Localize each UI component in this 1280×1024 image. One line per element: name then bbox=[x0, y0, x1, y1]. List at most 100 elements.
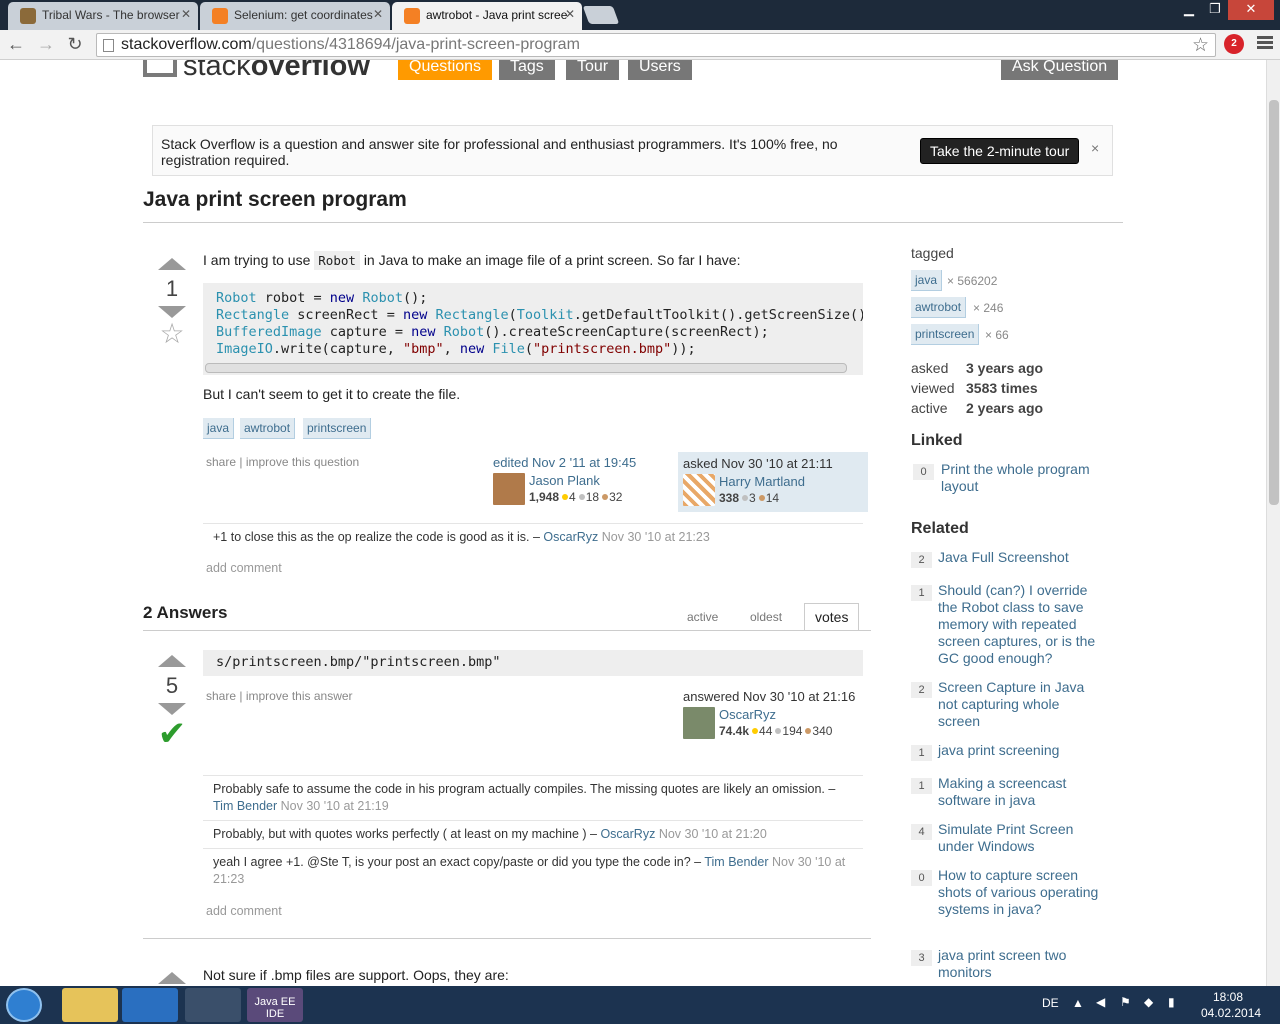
close-window-icon[interactable]: ✕ bbox=[1228, 0, 1274, 20]
editor-reputation: 1,948 4 18 32 bbox=[529, 490, 623, 504]
vote-up-icon[interactable] bbox=[158, 655, 186, 667]
take-tour-button[interactable]: Take the 2-minute tour bbox=[920, 138, 1080, 164]
forward-arrow-icon[interactable]: → bbox=[34, 33, 58, 57]
show-hidden-icons-icon[interactable]: ▲ bbox=[1072, 996, 1084, 1010]
network-icon[interactable]: ▮ bbox=[1168, 995, 1175, 1009]
address-bar[interactable]: stackoverflow.com/questions/4318694/java… bbox=[96, 33, 1216, 57]
question-vote-cell: 1 ☆ bbox=[152, 258, 192, 348]
comment-user[interactable]: Tim Bender bbox=[704, 855, 768, 869]
related-vote-count: 2 bbox=[911, 552, 932, 568]
chrome-taskbar-icon[interactable] bbox=[185, 988, 241, 1022]
close-tab-icon[interactable]: ✕ bbox=[181, 7, 191, 21]
linked-question-link[interactable]: Print the whole program layout bbox=[941, 461, 1106, 495]
code-horizontal-scrollbar[interactable] bbox=[205, 363, 847, 373]
vote-up-icon[interactable] bbox=[158, 258, 186, 270]
sort-tab-oldest[interactable]: oldest bbox=[740, 603, 792, 631]
stackoverflow-logo[interactable]: stackoverflow bbox=[143, 60, 370, 82]
asker-reputation: 338 3 14 bbox=[719, 491, 780, 505]
related-question-link[interactable]: java print screen two monitors bbox=[938, 947, 1103, 981]
add-comment-link[interactable]: add comment bbox=[206, 561, 282, 575]
sidebar-tag-java[interactable]: java bbox=[911, 270, 943, 291]
browser-tab-tribal-wars[interactable]: Tribal Wars - The browser ✕ bbox=[8, 2, 198, 30]
title-divider bbox=[143, 222, 1123, 223]
reload-icon[interactable]: ↻ bbox=[63, 33, 87, 57]
windows-taskbar: Java EE IDE DE ▲ ◀ ⚑ ◆ ▮ 18:08 04.02.201… bbox=[0, 986, 1280, 1024]
oscarryz-avatar[interactable] bbox=[683, 707, 715, 739]
page-vertical-scrollbar[interactable] bbox=[1266, 60, 1280, 986]
stackoverflow-favicon-icon bbox=[212, 8, 228, 24]
improve-answer-link[interactable]: improve this answer bbox=[246, 689, 353, 703]
explorer-taskbar-icon[interactable] bbox=[62, 988, 118, 1022]
close-banner-icon[interactable]: × bbox=[1091, 140, 1099, 156]
related-question-link[interactable]: Making a screencast software in java bbox=[938, 775, 1103, 809]
post-tag-awtrobot[interactable]: awtrobot bbox=[240, 418, 296, 439]
keyboard-language[interactable]: DE bbox=[1042, 996, 1059, 1010]
favorite-star-icon[interactable]: ☆ bbox=[152, 320, 192, 348]
related-question-link[interactable]: java print screening bbox=[938, 742, 1103, 759]
share-link[interactable]: share bbox=[206, 689, 236, 703]
comment-user[interactable]: Tim Bender bbox=[213, 799, 277, 813]
vote-down-icon[interactable] bbox=[158, 306, 186, 318]
action-center-flag-icon[interactable]: ⚑ bbox=[1120, 995, 1131, 1009]
new-tab-button[interactable] bbox=[582, 6, 620, 24]
start-button-icon[interactable] bbox=[6, 988, 42, 1022]
post-tag-java[interactable]: java bbox=[203, 418, 235, 439]
clock-date[interactable]: 04.02.2014 bbox=[1201, 1006, 1261, 1020]
clock-time[interactable]: 18:08 bbox=[1213, 990, 1243, 1004]
extension-badge-icon[interactable]: 2 bbox=[1224, 34, 1244, 54]
nav-tour[interactable]: Tour bbox=[566, 60, 620, 80]
sidebar-tag-printscreen[interactable]: printscreen bbox=[911, 324, 980, 345]
related-question-link[interactable]: Java Full Screenshot bbox=[938, 549, 1103, 566]
browser-tab-awtrobot[interactable]: awtrobot - Java print scree ✕ bbox=[392, 2, 582, 30]
scrollbar-thumb[interactable] bbox=[1269, 100, 1279, 505]
volume-icon[interactable]: ◀ bbox=[1096, 995, 1105, 1009]
sidebar-tag-count: × 246 bbox=[973, 301, 1004, 315]
comment-user[interactable]: OscarRyz bbox=[600, 827, 655, 841]
ask-question-button[interactable]: Ask Question bbox=[1001, 60, 1119, 80]
edited-time[interactable]: edited Nov 2 '11 at 19:45 bbox=[493, 455, 683, 470]
related-question-link[interactable]: Screen Capture in Java not capturing who… bbox=[938, 679, 1103, 730]
question-title[interactable]: Java print screen program bbox=[143, 188, 407, 212]
stat-viewed-label: viewed bbox=[911, 380, 955, 396]
jason-plank-avatar[interactable] bbox=[493, 473, 525, 505]
nav-questions[interactable]: Questions bbox=[398, 60, 493, 80]
answered-time: answered Nov 30 '10 at 21:16 bbox=[683, 689, 856, 704]
close-tab-icon[interactable]: ✕ bbox=[373, 7, 383, 21]
chrome-menu-icon[interactable] bbox=[1257, 34, 1273, 52]
browser-tab-selenium[interactable]: Selenium: get coordinates ✕ bbox=[200, 2, 390, 30]
close-tab-icon[interactable]: ✕ bbox=[565, 7, 575, 21]
asker-name[interactable]: Harry Martland bbox=[719, 474, 805, 489]
vote-up-icon[interactable] bbox=[158, 972, 186, 984]
related-question-link[interactable]: How to capture screen shots of various o… bbox=[938, 867, 1103, 918]
share-link[interactable]: share bbox=[206, 455, 236, 469]
answer-code-block[interactable]: s/printscreen.bmp/"printscreen.bmp" bbox=[203, 650, 863, 676]
editor-name[interactable]: Jason Plank bbox=[529, 473, 600, 488]
sort-tab-active[interactable]: active bbox=[677, 603, 728, 631]
improve-question-link[interactable]: improve this question bbox=[246, 455, 359, 469]
dropbox-icon[interactable]: ◆ bbox=[1144, 995, 1153, 1009]
post-tag-printscreen[interactable]: printscreen bbox=[303, 418, 372, 439]
bookmark-star-icon[interactable]: ☆ bbox=[1192, 34, 1209, 57]
nav-users[interactable]: Users bbox=[628, 60, 692, 80]
vote-down-icon[interactable] bbox=[158, 703, 186, 715]
nav-tags[interactable]: Tags bbox=[499, 60, 555, 80]
minimize-icon[interactable]: ▁ bbox=[1176, 0, 1202, 20]
sort-tab-votes[interactable]: votes bbox=[804, 603, 860, 631]
comment-user[interactable]: OscarRyz bbox=[543, 530, 598, 544]
related-question-link[interactable]: Simulate Print Screen under Windows bbox=[938, 821, 1103, 855]
back-arrow-icon[interactable]: ← bbox=[4, 33, 28, 57]
sidebar-tag-awtrobot[interactable]: awtrobot bbox=[911, 297, 967, 318]
related-question-link[interactable]: Should (can?) I override the Robot class… bbox=[938, 582, 1103, 667]
linked-heading: Linked bbox=[911, 432, 963, 449]
java-ee-ide-taskbar-icon[interactable]: Java EE IDE bbox=[247, 988, 303, 1022]
maximize-icon[interactable]: ❐ bbox=[1202, 0, 1228, 20]
comment-date: Nov 30 '10 at 21:19 bbox=[280, 799, 389, 813]
related-vote-count: 0 bbox=[911, 870, 932, 886]
answer-comment: Probably, but with quotes works perfectl… bbox=[203, 820, 863, 848]
answerer-name[interactable]: OscarRyz bbox=[719, 707, 776, 722]
harry-martland-avatar[interactable] bbox=[683, 474, 715, 506]
question-code-block[interactable]: Robot robot = new Robot(); Rectangle scr… bbox=[203, 283, 863, 375]
add-comment-link[interactable]: add comment bbox=[206, 904, 282, 918]
stat-asked-value: 3 years ago bbox=[966, 360, 1044, 376]
internet-explorer-taskbar-icon[interactable] bbox=[122, 988, 178, 1022]
